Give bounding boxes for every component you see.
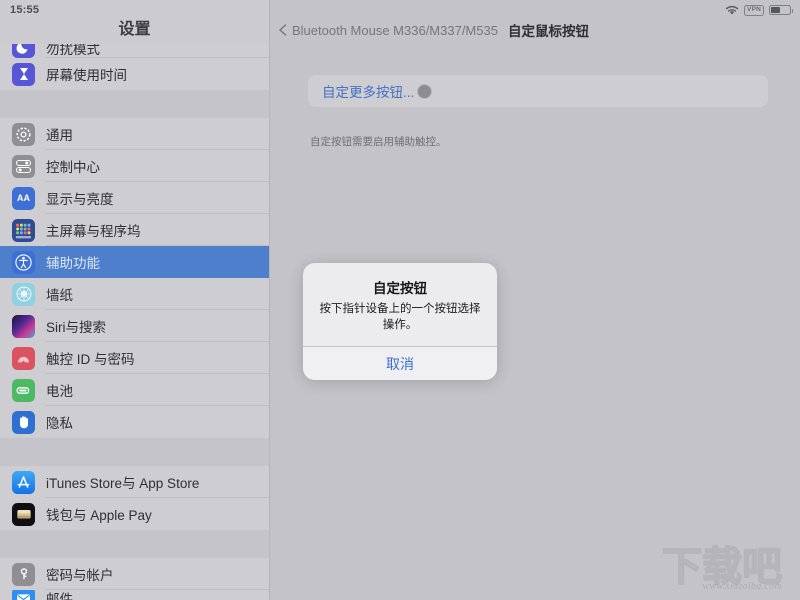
sidebar-item-4[interactable]: 辅助功能 [0,246,269,278]
touch-id-icon [12,346,35,370]
sidebar-item-label: 勿扰模式 [46,44,100,57]
sidebar-item-9[interactable]: 隐私 [0,406,269,438]
sidebar-group-separator [0,530,269,558]
sidebar-item-5[interactable]: 墙纸 [0,278,269,310]
sidebar-group: iTunes Store与 App Store 钱包与 Apple Pay [0,466,269,530]
vpn-badge: VPN [744,4,764,16]
sidebar-item-0[interactable]: 通用 [0,118,269,150]
display-brightness-icon: AA [12,186,35,210]
sidebar-item-6[interactable]: Siri与搜索 [0,310,269,342]
sidebar-item-label: 触控 ID 与密码 [46,352,135,367]
battery-settings-icon [12,378,35,402]
status-bar-time: 15:55 [10,4,40,16]
sidebar-item-label: 墙纸 [46,288,73,303]
sidebar-item-1[interactable]: 邮件 [0,590,269,600]
privacy-hand-icon [12,410,35,434]
siri-icon [12,314,35,338]
battery-icon [769,5,793,15]
sidebar-item-0[interactable]: iTunes Store与 App Store [0,466,269,498]
alert-message: 按下指针设备上的一个按钮选择操作。 [319,303,481,331]
detail-page-title: 自定鼠标按钮 [507,24,589,39]
sidebar-item-0[interactable]: 勿扰模式 [0,44,269,58]
sidebar-item-label: iTunes Store与 App Store [46,476,200,491]
sidebar-item-1[interactable]: 钱包与 Apple Pay [0,498,269,530]
sidebar-item-label: 密码与帐户 [46,568,114,583]
battery-fill [771,7,781,13]
sidebar-item-label: 电池 [46,384,73,399]
sidebar-item-1[interactable]: 控制中心 [0,150,269,182]
status-bar-indicators: VPN [725,4,793,16]
screen-time-icon [12,62,35,86]
pointer-cursor-icon [417,83,433,99]
sidebar-item-label: 钱包与 Apple Pay [46,508,152,523]
sidebar-item-2[interactable]: AA 显示与亮度 [0,182,269,214]
custom-button-alert-dialog: 自定按钮 按下指针设备上的一个按钮选择操作。 取消 [303,263,497,381]
alert-title: 自定按钮 [373,281,427,296]
settings-sidebar[interactable]: 设置 勿扰模式 屏幕使用时间 通用 控制中心 AA 显示与亮度 主屏幕与程序坞 辅助功能 墙纸 S… [0,0,270,600]
status-bar: 15:55 VPN [0,0,800,20]
home-screen-dock-icon [12,218,35,242]
sidebar-item-3[interactable]: 主屏幕与程序坞 [0,214,269,246]
sidebar-item-label: 辅助功能 [46,256,100,271]
watermark-url: www.xiazaiba.com [702,581,782,592]
sidebar-item-label: 显示与亮度 [46,192,114,207]
sidebar-group: 通用控制中心 AA 显示与亮度主屏幕与程序坞 辅助功能墙纸 Siri与搜索触控 ID 与… [0,118,269,438]
custom-more-buttons-row[interactable]: 自定更多按钮... [308,75,768,107]
wallet-icon [12,502,35,526]
gear-icon [12,122,35,146]
sidebar-item-label: 通用 [46,128,73,143]
sidebar-item-label: 隐私 [46,416,73,431]
sidebar-item-label: 邮件 [46,592,73,600]
custom-more-buttons-label[interactable]: 自定更多按钮... [322,81,414,101]
footer-note: 自定按钮需要启用辅助触控。 [310,136,447,148]
svg-text:下载吧: 下载吧 [662,545,782,589]
do-not-disturb-icon [12,44,35,58]
wifi-icon [725,5,739,15]
sidebar-item-8[interactable]: 电池 [0,374,269,406]
sidebar-item-label: 主屏幕与程序坞 [46,224,141,239]
passwords-accounts-icon [12,562,35,586]
sidebar-item-label: 控制中心 [46,160,100,175]
sidebar-item-7[interactable]: 触控 ID 与密码 [0,342,269,374]
alert-cancel-button[interactable]: 取消 [303,347,497,381]
sidebar-item-label: 屏幕使用时间 [46,68,127,83]
wallpaper-icon [12,282,35,306]
sidebar-item-0[interactable]: 密码与帐户 [0,558,269,590]
app-store-icon [12,470,35,494]
sidebar-group-separator [0,438,269,466]
sidebar-group-separator [0,90,269,118]
accessibility-icon [12,250,35,274]
sidebar-item-1[interactable]: 屏幕使用时间 [0,58,269,90]
sidebar-item-label: Siri与搜索 [46,320,106,335]
back-button-label[interactable]: Bluetooth Mouse M336/M337/M535 [292,23,498,38]
chevron-left-icon[interactable] [276,23,290,37]
sidebar-group: 勿扰模式屏幕使用时间 [0,44,269,90]
alert-body: 自定按钮 按下指针设备上的一个按钮选择操作。 [303,263,497,346]
mail-icon [12,590,35,600]
sidebar-scroll-area[interactable]: 勿扰模式屏幕使用时间 通用控制中心 AA 显示与亮度主屏幕与程序坞 辅助功能墙纸 Siri… [0,44,269,600]
sidebar-group: 密码与帐户 邮件 [0,558,269,600]
control-center-icon [12,154,35,178]
watermark-logo: 下载吧 [661,544,783,590]
